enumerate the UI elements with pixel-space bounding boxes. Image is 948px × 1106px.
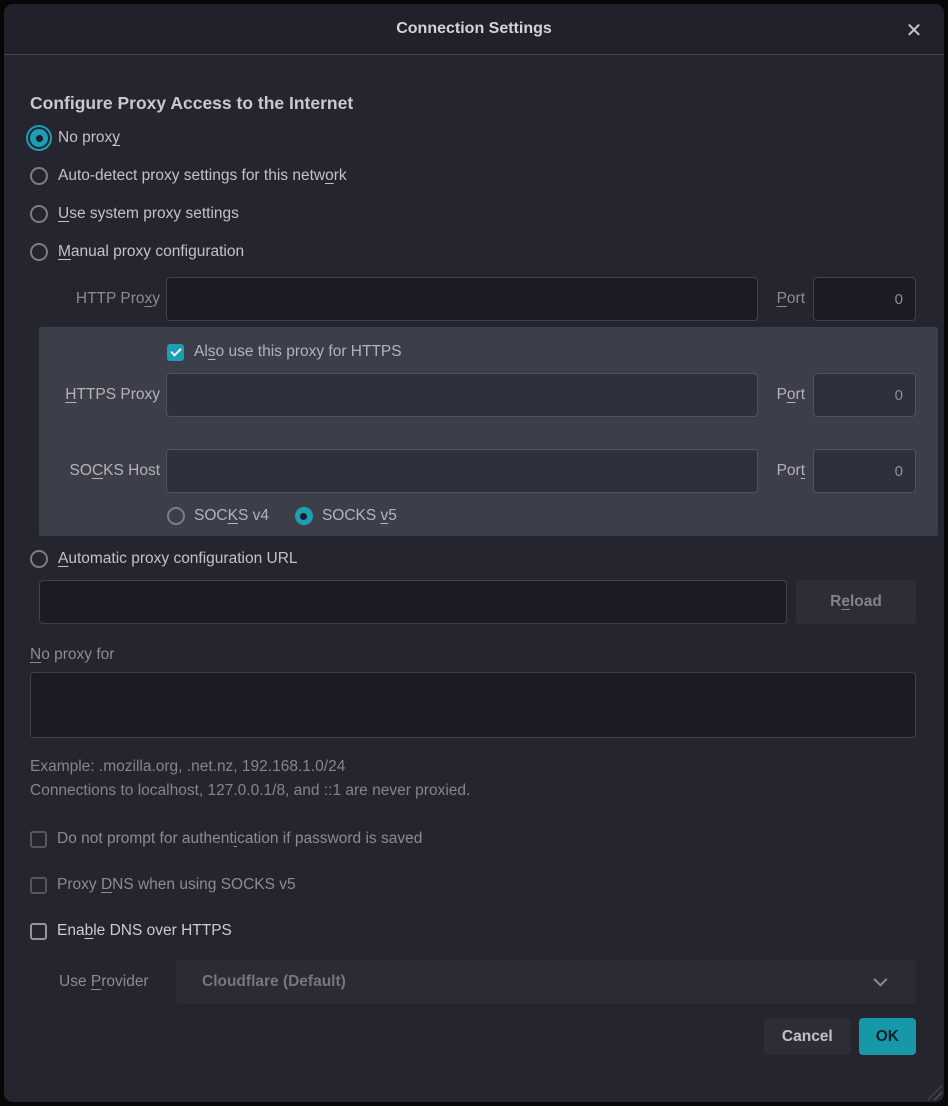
provider-selected-value: Cloudflare (Default): [202, 973, 346, 991]
radio-auto-config-url[interactable]: Automatic proxy configuration URL: [30, 542, 916, 576]
no-prompt-auth-label: Do not prompt for authentication if pass…: [57, 830, 422, 848]
socks-host-row: SOCKS Host Port: [39, 449, 916, 493]
https-proxy-input: [166, 373, 758, 417]
also-https-checkbox: [167, 344, 184, 361]
radio-system-proxy[interactable]: Use system proxy settings: [30, 195, 916, 233]
radio-manual-proxy[interactable]: Manual proxy configuration: [30, 233, 916, 271]
socks-port-input: [813, 449, 916, 493]
http-port-input: [813, 277, 916, 321]
http-proxy-row: HTTP Proxy Port: [30, 277, 916, 321]
socks-version-row: SOCKS v4 SOCKS v5: [39, 502, 916, 530]
checkbox-no-prompt-auth: Do not prompt for authentication if pass…: [30, 827, 916, 851]
no-proxy-for-textarea: [30, 672, 916, 738]
radio-label-socks-v4: SOCKS v4: [194, 507, 269, 525]
radio-autodetect-proxy[interactable]: Auto-detect proxy settings for this netw…: [30, 157, 916, 195]
radio-socks-v5: SOCKS v5: [295, 507, 397, 525]
also-https-label: Also use this proxy for HTTPS: [194, 343, 402, 361]
close-icon[interactable]: ✕: [900, 16, 928, 44]
dialog-footer: Cancel OK: [30, 1018, 916, 1055]
radio-icon-autodetect[interactable]: [30, 167, 48, 185]
no-prompt-auth-checkbox: [30, 831, 47, 848]
proxy-dns-socks5-label: Proxy DNS when using SOCKS v5: [57, 876, 296, 894]
radio-label-autodetect: Auto-detect proxy settings for this netw…: [58, 167, 347, 185]
radio-icon-system[interactable]: [30, 205, 48, 223]
connection-settings-dialog: Connection Settings ✕ Configure Proxy Ac…: [4, 4, 944, 1102]
https-port-input: [813, 373, 916, 417]
dialog-title: Connection Settings: [396, 20, 552, 38]
radio-icon-manual[interactable]: [30, 243, 48, 261]
radio-socks-v4: SOCKS v4: [167, 507, 269, 525]
proxy-dns-socks5-checkbox: [30, 877, 47, 894]
provider-select: Cloudflare (Default): [176, 960, 916, 1004]
radio-label-auto-config: Automatic proxy configuration URL: [58, 550, 298, 568]
reload-button: Reload: [796, 580, 916, 624]
dialog-titlebar: Connection Settings ✕: [4, 4, 944, 55]
cancel-button[interactable]: Cancel: [764, 1018, 851, 1055]
https-proxy-label: HTTPS Proxy: [39, 386, 166, 404]
no-proxy-for-label: No proxy for: [30, 646, 916, 664]
enable-doh-label: Enable DNS over HTTPS: [57, 922, 232, 940]
enable-doh-checkbox[interactable]: [30, 923, 47, 940]
http-port-label: Port: [765, 290, 805, 308]
https-proxy-row: HTTPS Proxy Port: [39, 373, 916, 417]
auto-config-url-input: [39, 580, 787, 624]
radio-label-socks-v5: SOCKS v5: [322, 507, 397, 525]
ok-button[interactable]: OK: [859, 1018, 916, 1055]
no-proxy-note-text: Connections to localhost, 127.0.0.1/8, a…: [30, 782, 916, 800]
also-https-row: Also use this proxy for HTTPS: [39, 337, 916, 367]
dialog-content: Configure Proxy Access to the Internet N…: [4, 55, 944, 1102]
http-proxy-input: [166, 277, 758, 321]
checkbox-enable-doh[interactable]: Enable DNS over HTTPS: [30, 919, 916, 943]
socks-host-input: [166, 449, 758, 493]
no-proxy-example-text: Example: .mozilla.org, .net.nz, 192.168.…: [30, 758, 916, 776]
radio-icon-socks-v4: [167, 507, 185, 525]
radio-icon-no-proxy[interactable]: [30, 129, 48, 147]
use-provider-label: Use Provider: [59, 973, 176, 991]
radio-label-system: Use system proxy settings: [58, 205, 239, 223]
radio-label-no-proxy: No proxy: [58, 129, 120, 147]
auto-config-url-row: Reload: [30, 580, 916, 624]
https-port-label: Port: [765, 386, 805, 404]
radio-icon-auto-config[interactable]: [30, 550, 48, 568]
http-proxy-label: HTTP Proxy: [30, 290, 166, 308]
page-title: Configure Proxy Access to the Internet: [30, 93, 916, 114]
chevron-down-icon: [873, 973, 887, 987]
manual-proxy-panel: Also use this proxy for HTTPS HTTPS Prox…: [39, 327, 938, 536]
radio-label-manual: Manual proxy configuration: [58, 243, 244, 261]
socks-port-label: Port: [765, 462, 805, 480]
doh-provider-row: Use Provider Cloudflare (Default): [30, 960, 916, 1004]
checkbox-proxy-dns-socks5: Proxy DNS when using SOCKS v5: [30, 873, 916, 897]
radio-icon-socks-v5: [295, 507, 313, 525]
radio-no-proxy[interactable]: No proxy: [30, 119, 916, 157]
socks-host-label: SOCKS Host: [39, 462, 166, 480]
